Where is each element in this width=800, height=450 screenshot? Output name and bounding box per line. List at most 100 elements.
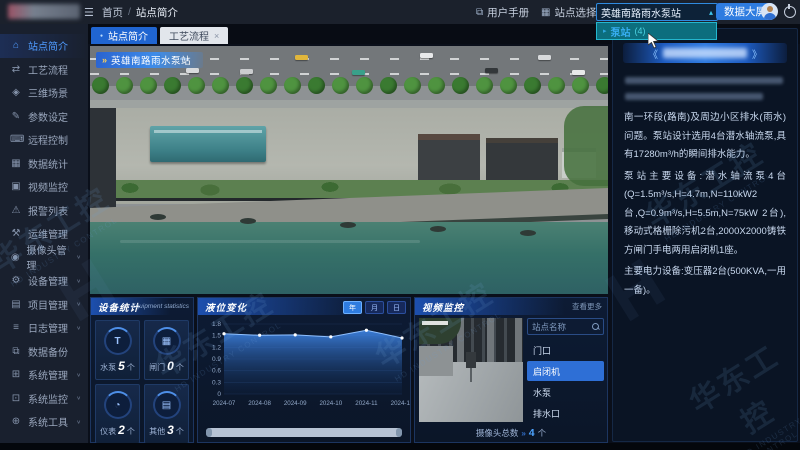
cam-equipment-cabinet [466, 352, 476, 368]
sidebar-item-param-setting[interactable]: ✎参数设定 [0, 105, 88, 129]
camera-item-gate-camera[interactable]: 门口 [527, 340, 604, 360]
sidebar-item-label: 数据统计 [28, 156, 68, 171]
station-name-banner: » 英雄南路雨水泵站 [96, 52, 203, 68]
vehicle [295, 55, 308, 60]
vehicle [420, 53, 433, 58]
tree-icon [308, 77, 325, 94]
user-manual-button[interactable]: ⧉ 用户手册 [476, 0, 529, 24]
monitor-icon: ⊡ [10, 393, 22, 404]
camera-count-footer: 摄像头总数 » 4 个 [415, 427, 607, 439]
dropdown-option-pump-stations[interactable]: 泵站 [611, 24, 631, 39]
sidebar-item-system-mgmt[interactable]: ⊞系统管理∨ [0, 363, 88, 387]
vehicle [538, 55, 551, 60]
range-button-month[interactable]: 月 [365, 301, 384, 314]
sidebar-item-site-intro[interactable]: ⌂站点简介 [0, 34, 88, 58]
logout-power-icon[interactable] [784, 6, 796, 18]
sidebar-item-label: 项目管理 [28, 297, 68, 312]
cube-icon: ◈ [10, 87, 22, 98]
tree-icon [476, 77, 493, 94]
camera-side-column: 站点名称 门口启闭机水泵排水口 [527, 318, 604, 423]
equipment-count: 2 [118, 423, 125, 437]
tab-process-flow[interactable]: 工艺流程 × [160, 27, 228, 44]
tree-icon [572, 77, 589, 94]
camera-item-outlet-camera[interactable]: 排水口 [527, 403, 604, 423]
equipment-label: 水泵 [100, 363, 116, 372]
search-placeholder: 站点名称 [532, 321, 566, 333]
cam-pillar [487, 318, 494, 364]
manual-icon: ⧉ [476, 7, 483, 18]
range-button-year[interactable]: 年 [343, 301, 362, 314]
sidebar-item-remote-control[interactable]: ⌨远程控制 [0, 128, 88, 152]
sidebar-item-label: 视频监控 [28, 179, 68, 194]
equipment-card-gate: ▦闸门0个 [144, 320, 189, 380]
svg-text:2024-11: 2024-11 [355, 400, 378, 407]
equipment-count-line: 仪表2个 [100, 423, 135, 437]
canopy-structure [150, 126, 266, 162]
station-name-search-input[interactable]: 站点名称 [527, 318, 604, 335]
project-icon: ▤ [10, 299, 22, 310]
chart-datazoom-slider[interactable] [206, 428, 402, 437]
sidebar-item-label: 数据备份 [28, 344, 68, 359]
sidebar-item-camera-mgmt[interactable]: ◉摄像头管理∨ [0, 246, 88, 270]
tab-label: 站点简介 [108, 28, 148, 43]
chevron-down-icon: ∨ [76, 372, 81, 378]
svg-text:0: 0 [217, 391, 221, 398]
sidebar-item-device-mgmt[interactable]: ⚙设备管理∨ [0, 269, 88, 293]
svg-text:2024-07: 2024-07 [213, 400, 236, 407]
svg-text:0.6: 0.6 [212, 368, 221, 375]
tree-icon [164, 77, 181, 94]
rock [150, 214, 166, 220]
sidebar-item-data-stats[interactable]: ▦数据统计 [0, 152, 88, 176]
tree-icon [500, 77, 517, 94]
user-avatar[interactable] [761, 3, 778, 20]
sidebar-item-project-mgmt[interactable]: ▤项目管理∨ [0, 293, 88, 317]
breadcrumb-home[interactable]: 首页 [102, 5, 123, 20]
range-button-day[interactable]: 日 [387, 301, 406, 314]
sidebar-item-label: 设备管理 [28, 273, 68, 288]
svg-text:0.3: 0.3 [212, 379, 221, 386]
sidebar-item-label: 摄像头管理 [27, 242, 71, 272]
view-more-link[interactable]: 查看更多 [572, 301, 602, 312]
tree-icon [524, 77, 541, 94]
sidebar-item-system-tools[interactable]: ⊕系统工具∨ [0, 410, 88, 434]
sidebar-item-process-flow[interactable]: ⇄工艺流程 [0, 58, 88, 82]
alarm-icon: ⚠ [10, 205, 22, 216]
tree-icon [380, 77, 397, 94]
sidebar-item-label: 系统监控 [28, 391, 68, 406]
panel-header: 设备统计 Equipment statistics [91, 298, 193, 315]
sidebar-item-log-mgmt[interactable]: ≡日志管理∨ [0, 316, 88, 340]
equipment-unit: 个 [127, 427, 135, 436]
redacted-text-line [625, 77, 783, 84]
sidebar-item-system-monitor[interactable]: ⊡系统监控∨ [0, 387, 88, 411]
tree-icon [116, 77, 133, 94]
site-select[interactable]: 英雄南路雨水泵站 ▴ [596, 3, 718, 21]
bottom-bar [0, 443, 800, 450]
svg-text:1.2: 1.2 [212, 344, 221, 351]
camera-item-hoist-camera[interactable]: 启闭机 [527, 361, 604, 381]
sidebar-item-3d-scene[interactable]: ◈三维场景 [0, 81, 88, 105]
equipment-grid: T水泵5个▦闸门0个◔仪表2个▤其他3个 [91, 315, 193, 449]
sidebar-item-video-monitor[interactable]: ▣ 视频监控 [0, 175, 88, 199]
camera-feed[interactable] [419, 318, 523, 422]
camera-icon: ◉ [10, 252, 21, 263]
tree-icon [284, 77, 301, 94]
sidebar-item-data-backup[interactable]: ⧉数据备份 [0, 340, 88, 364]
camera-count-label: 摄像头总数 [476, 427, 519, 439]
breadcrumb-separator: / [128, 6, 131, 18]
meter-icon: ◔ [104, 391, 132, 419]
video-icon: ▣ [10, 181, 22, 192]
camera-item-pump-camera[interactable]: 水泵 [527, 382, 604, 402]
pump-icon: T [104, 327, 132, 355]
camera-count-value: 4 [529, 427, 535, 439]
tree-icon [212, 77, 229, 94]
tab-site-intro[interactable]: ● 站点简介 [91, 27, 157, 44]
close-icon[interactable]: × [214, 31, 219, 41]
equipment-stats-panel: 设备统计 Equipment statistics T水泵5个▦闸门0个◔仪表2… [90, 297, 194, 443]
chevron-down-icon: ∨ [76, 419, 81, 425]
rock [520, 230, 536, 236]
option-caret-icon: ▸ [603, 27, 607, 35]
left-building-silhouette [90, 108, 116, 214]
collapse-menu-icon[interactable]: ☰ [84, 0, 94, 24]
sidebar-item-alarm-list[interactable]: ⚠报警列表 [0, 199, 88, 223]
remote-icon: ⌨ [10, 134, 22, 145]
